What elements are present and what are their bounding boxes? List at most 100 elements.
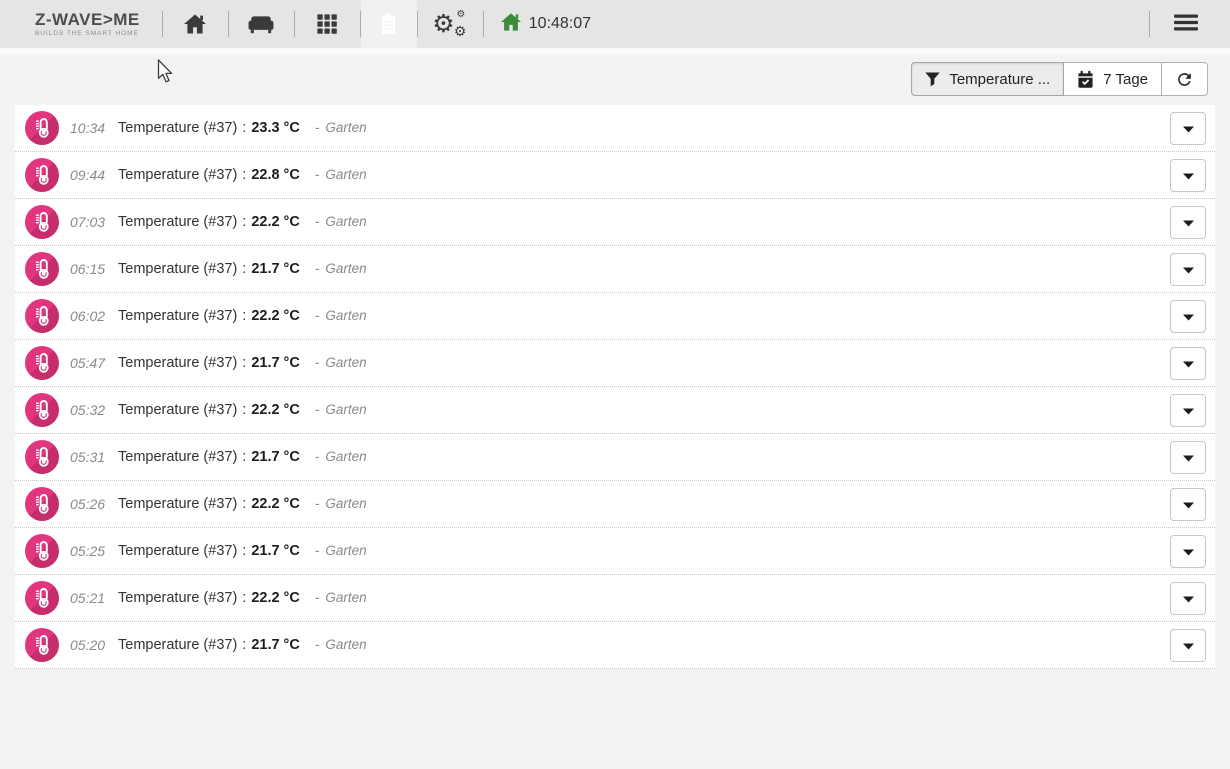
journal-clipboard-icon xyxy=(378,12,399,37)
caret-down-icon xyxy=(1183,591,1194,606)
event-value: 22.8 °C xyxy=(251,167,300,183)
event-options-button[interactable] xyxy=(1170,159,1206,192)
caret-down-icon xyxy=(1183,638,1194,653)
event-dash: - xyxy=(315,214,320,229)
event-text: Temperature (#37) : 21.7 °C - Garten xyxy=(118,355,367,371)
event-location-wrap: - Garten xyxy=(315,261,367,276)
event-time: 06:02 xyxy=(70,308,112,324)
event-options-button[interactable] xyxy=(1170,112,1206,145)
caret-down-icon xyxy=(1183,497,1194,512)
event-row: 07:03 Temperature (#37) : 22.2 °C - Gart… xyxy=(15,199,1215,246)
event-dash: - xyxy=(315,355,320,370)
event-location-wrap: - Garten xyxy=(315,402,367,417)
nav-settings[interactable]: ⚙ ⚙ ⚙ xyxy=(418,0,483,48)
event-separator: : xyxy=(242,261,246,277)
event-value: 21.7 °C xyxy=(251,449,300,465)
event-location: Garten xyxy=(325,261,366,276)
refresh-icon xyxy=(1175,70,1194,89)
event-row: 05:32 Temperature (#37) : 22.2 °C - Gart… xyxy=(15,387,1215,434)
event-text: Temperature (#37) : 21.7 °C - Garten xyxy=(118,637,367,653)
event-title: Temperature (#37) xyxy=(118,449,237,465)
nav-rooms[interactable] xyxy=(229,0,294,48)
temperature-sensor-icon xyxy=(25,205,59,239)
event-location: Garten xyxy=(325,590,366,605)
house-mode-home-icon xyxy=(500,12,522,37)
event-location-wrap: - Garten xyxy=(315,167,367,182)
menu-button[interactable] xyxy=(1168,6,1204,42)
event-row: 05:47 Temperature (#37) : 21.7 °C - Gart… xyxy=(15,340,1215,387)
caret-down-icon xyxy=(1183,168,1194,183)
event-row: 05:25 Temperature (#37) : 21.7 °C - Gart… xyxy=(15,528,1215,575)
temperature-sensor-icon xyxy=(25,252,59,286)
app-logo[interactable]: Z-WAVE>ME BUILDS THE SMART HOME xyxy=(35,0,162,48)
caret-down-icon xyxy=(1183,356,1194,371)
caret-down-icon xyxy=(1183,403,1194,418)
temperature-sensor-icon xyxy=(25,534,59,568)
event-options-button[interactable] xyxy=(1170,441,1206,474)
temperature-sensor-icon xyxy=(25,346,59,380)
event-location: Garten xyxy=(325,120,366,135)
event-time: 05:31 xyxy=(70,449,112,465)
nav-events[interactable] xyxy=(361,0,417,48)
event-separator: : xyxy=(242,167,246,183)
house-mode-clock[interactable]: 10:48:07 xyxy=(484,0,591,48)
event-title: Temperature (#37) xyxy=(118,214,237,230)
event-options-button[interactable] xyxy=(1170,535,1206,568)
event-options-button[interactable] xyxy=(1170,206,1206,239)
event-value: 21.7 °C xyxy=(251,261,300,277)
event-options-button[interactable] xyxy=(1170,488,1206,521)
event-location-wrap: - Garten xyxy=(315,120,367,135)
event-list: 10:34 Temperature (#37) : 23.3 °C - Gart… xyxy=(15,105,1215,669)
event-location-wrap: - Garten xyxy=(315,308,367,323)
device-filter-button[interactable]: Temperature ... xyxy=(911,62,1064,96)
refresh-button[interactable] xyxy=(1161,62,1208,96)
event-time: 05:32 xyxy=(70,402,112,418)
event-separator: : xyxy=(242,214,246,230)
event-location: Garten xyxy=(325,308,366,323)
temperature-sensor-icon xyxy=(25,487,59,521)
event-options-button[interactable] xyxy=(1170,347,1206,380)
event-location: Garten xyxy=(325,496,366,511)
event-title: Temperature (#37) xyxy=(118,402,237,418)
nav-home[interactable] xyxy=(163,0,228,48)
caret-down-icon xyxy=(1183,544,1194,559)
event-text: Temperature (#37) : 21.7 °C - Garten xyxy=(118,449,367,465)
event-time: 05:47 xyxy=(70,355,112,371)
event-dash: - xyxy=(315,543,320,558)
temperature-sensor-icon xyxy=(25,299,59,333)
caret-down-icon xyxy=(1183,121,1194,136)
period-filter-button[interactable]: 7 Tage xyxy=(1063,62,1162,96)
temperature-sensor-icon xyxy=(25,628,59,662)
event-text: Temperature (#37) : 23.3 °C - Garten xyxy=(118,120,367,136)
event-options-button[interactable] xyxy=(1170,253,1206,286)
event-location-wrap: - Garten xyxy=(315,355,367,370)
event-separator: : xyxy=(242,308,246,324)
event-time: 05:25 xyxy=(70,543,112,559)
event-separator: : xyxy=(242,637,246,653)
event-options-button[interactable] xyxy=(1170,300,1206,333)
nav-apps[interactable] xyxy=(295,0,360,48)
device-filter-label: Temperature ... xyxy=(949,71,1050,88)
divider xyxy=(1149,11,1150,37)
logo-title: Z-WAVE>ME xyxy=(35,11,140,29)
event-options-button[interactable] xyxy=(1170,394,1206,427)
event-location: Garten xyxy=(325,355,366,370)
event-separator: : xyxy=(242,496,246,512)
event-location: Garten xyxy=(325,214,366,229)
event-location: Garten xyxy=(325,167,366,182)
event-text: Temperature (#37) : 21.7 °C - Garten xyxy=(118,261,367,277)
event-time: 06:15 xyxy=(70,261,112,277)
event-time: 09:44 xyxy=(70,167,112,183)
caret-down-icon xyxy=(1183,262,1194,277)
event-text: Temperature (#37) : 22.2 °C - Garten xyxy=(118,590,367,606)
event-dash: - xyxy=(315,637,320,652)
temperature-sensor-icon xyxy=(25,440,59,474)
filter-toolbar: Temperature ... 7 Tage xyxy=(0,54,1230,96)
event-time: 07:03 xyxy=(70,214,112,230)
caret-down-icon xyxy=(1183,215,1194,230)
event-options-button[interactable] xyxy=(1170,629,1206,662)
event-dash: - xyxy=(315,402,320,417)
event-location-wrap: - Garten xyxy=(315,637,367,652)
event-options-button[interactable] xyxy=(1170,582,1206,615)
event-location: Garten xyxy=(325,543,366,558)
